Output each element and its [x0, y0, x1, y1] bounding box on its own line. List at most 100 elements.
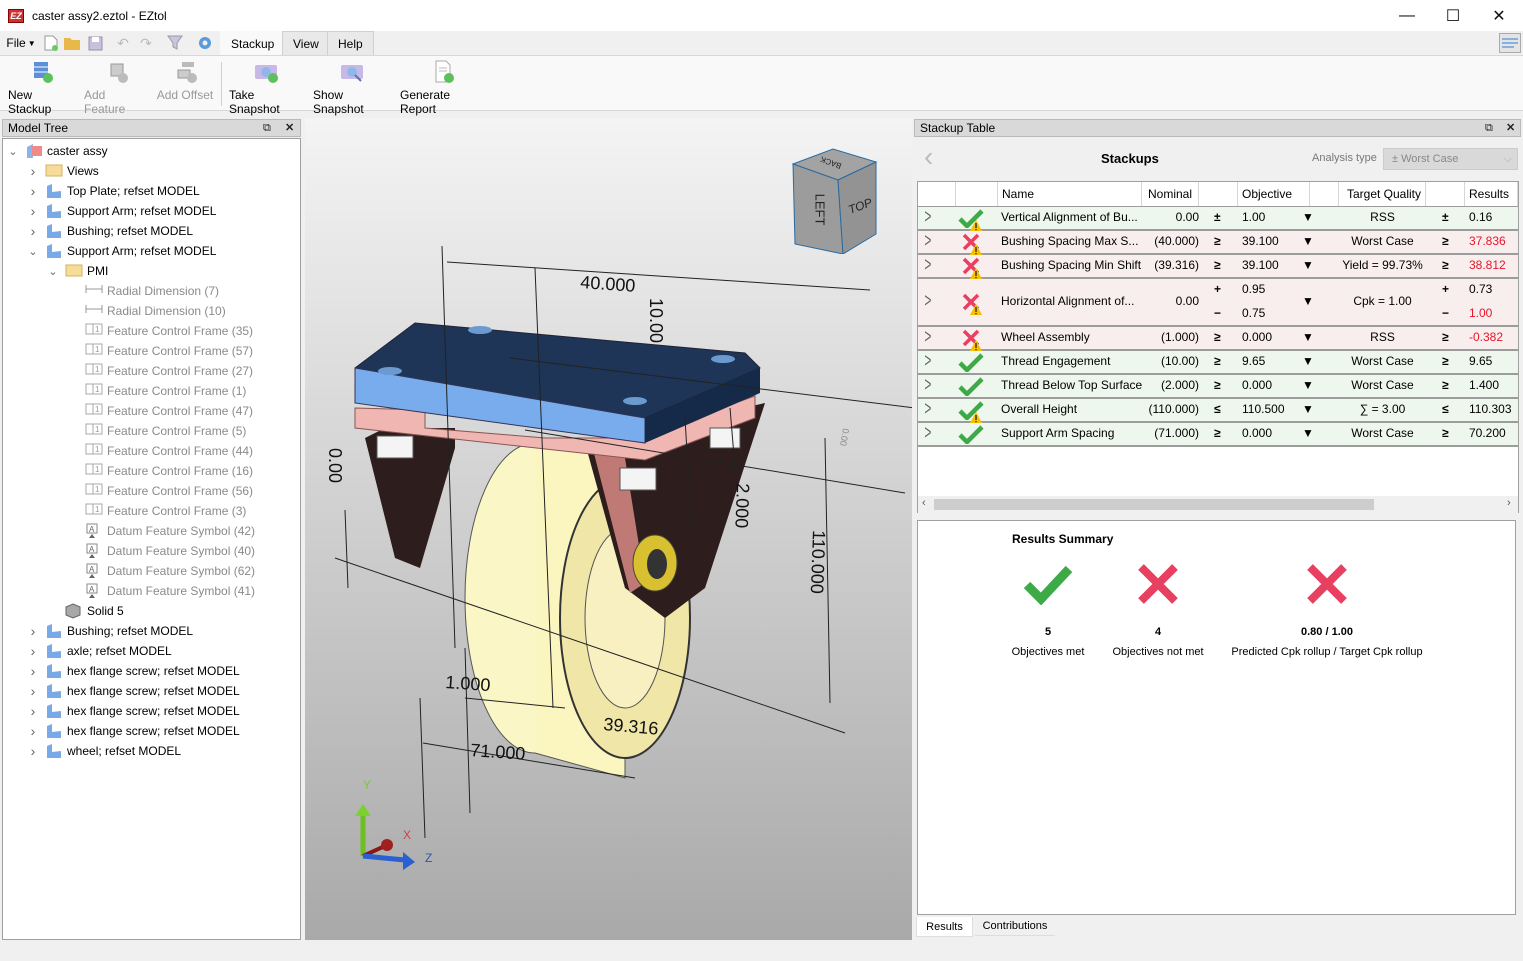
stackup-row[interactable]: > Wheel Assembly (1.000) ≥0.000 ≥ -0.382 ▼ RSS	[918, 326, 1518, 351]
expand-row-icon[interactable]: >	[924, 290, 931, 313]
tree-item[interactable]: A Datum Feature Symbol (42)	[67, 521, 255, 541]
close-panel-icon[interactable]: ✕	[1506, 120, 1515, 136]
target-quality[interactable]: RSS	[1339, 330, 1426, 344]
tree-item[interactable]: 1 Feature Control Frame (1)	[67, 381, 246, 401]
maximize-button[interactable]: ☐	[1430, 0, 1476, 31]
scroll-left-icon[interactable]: ‹	[922, 497, 926, 509]
target-quality[interactable]: Cpk = 1.00	[1339, 294, 1426, 308]
expand-row-icon[interactable]: >	[924, 254, 931, 277]
chevron-down-icon[interactable]: ⌄	[27, 245, 39, 258]
file-menu[interactable]: File ▼	[6, 34, 36, 52]
new-stackup-button[interactable]: New Stackup	[8, 60, 74, 116]
tree-item[interactable]: › axle; refset MODEL	[27, 641, 172, 661]
expand-row-icon[interactable]: >	[924, 374, 931, 397]
back-button[interactable]: ‹	[924, 142, 933, 172]
new-file-button[interactable]	[42, 34, 60, 52]
ribbon-options-button[interactable]	[1499, 33, 1521, 53]
minimize-button[interactable]: —	[1384, 0, 1430, 31]
open-button[interactable]	[63, 34, 81, 52]
chevron-right-icon[interactable]: ›	[27, 223, 39, 239]
column-header-target-quality[interactable]: Target Quality	[1339, 182, 1426, 206]
quality-dropdown-icon[interactable]: ▼	[1302, 402, 1314, 416]
tree-item[interactable]: 1 Feature Control Frame (57)	[67, 341, 253, 361]
tree-item[interactable]: 1 Feature Control Frame (16)	[67, 461, 253, 481]
quality-dropdown-icon[interactable]: ▼	[1302, 378, 1314, 392]
filter-button[interactable]	[165, 34, 187, 52]
analysis-type-select[interactable]: ± Worst Case ⌵	[1383, 148, 1518, 170]
objective-value[interactable]: 9.65	[1242, 354, 1265, 368]
tree-item[interactable]: › wheel; refset MODEL	[27, 741, 181, 761]
stackup-row[interactable]: > Thread Below Top Surface (2.000) ≥0.000 ≥1…	[918, 374, 1518, 399]
tree-item[interactable]: ⌄ PMI	[47, 261, 108, 281]
chevron-right-icon[interactable]: ›	[27, 703, 39, 719]
column-header-name[interactable]: Name	[998, 182, 1142, 206]
chevron-right-icon[interactable]: ›	[27, 163, 39, 179]
stackup-row[interactable]: > Bushing Spacing Min Shift (39.316) ≥39.10…	[918, 254, 1518, 279]
settings-button[interactable]	[196, 34, 214, 52]
tree-item[interactable]: 1 Feature Control Frame (56)	[67, 481, 253, 501]
tree-item[interactable]: A Datum Feature Symbol (62)	[67, 561, 255, 581]
tree-item[interactable]: › Top Plate; refset MODEL	[27, 181, 200, 201]
quality-dropdown-icon[interactable]: ▼	[1302, 426, 1314, 440]
target-quality[interactable]: Worst Case	[1339, 426, 1426, 440]
view-cube[interactable]: BACK LEFT TOP	[788, 144, 878, 255]
target-quality[interactable]: RSS	[1339, 210, 1426, 224]
target-quality[interactable]: Yield = 99.73%	[1339, 258, 1426, 272]
tree-item[interactable]: Solid 5	[47, 601, 124, 621]
tree-item[interactable]: › Bushing; refset MODEL	[27, 621, 193, 641]
quality-dropdown-icon[interactable]: ▼	[1302, 330, 1314, 344]
float-panel-icon[interactable]: ⧉	[1485, 120, 1493, 136]
save-button[interactable]	[86, 34, 104, 52]
horizontal-scrollbar[interactable]: ‹ ›	[918, 496, 1518, 513]
tree-item[interactable]: A Datum Feature Symbol (40)	[67, 541, 255, 561]
show-snapshot-button[interactable]: Show Snapshot	[313, 60, 391, 116]
target-quality[interactable]: Worst Case	[1339, 354, 1426, 368]
add-offset-button[interactable]: Add Offset	[156, 60, 214, 108]
redo-button[interactable]: ↷	[137, 34, 155, 52]
quality-dropdown-icon[interactable]: ▼	[1302, 294, 1314, 308]
add-feature-button[interactable]: Add Feature	[84, 60, 148, 116]
tree-item[interactable]: Radial Dimension (7)	[67, 281, 219, 301]
expand-row-icon[interactable]: >	[924, 230, 931, 253]
tree-item[interactable]: 1 Feature Control Frame (27)	[67, 361, 253, 381]
column-header-objective[interactable]: Objective	[1238, 182, 1310, 206]
chevron-right-icon[interactable]: ›	[27, 743, 39, 759]
chevron-right-icon[interactable]: ›	[27, 663, 39, 679]
undo-button[interactable]: ↶	[114, 34, 132, 52]
stackup-row[interactable]: > Thread Engagement (10.00) ≥9.65 ≥9.65 ▼ Wors…	[918, 350, 1518, 375]
chevron-right-icon[interactable]: ›	[27, 643, 39, 659]
expand-row-icon[interactable]: >	[924, 422, 931, 445]
objective-value[interactable]: 39.100	[1242, 234, 1279, 248]
chevron-right-icon[interactable]: ›	[27, 723, 39, 739]
objective-value[interactable]: 1.00	[1242, 210, 1265, 224]
target-quality[interactable]: ∑ = 3.00	[1339, 402, 1426, 416]
tree-item[interactable]: Radial Dimension (10)	[67, 301, 226, 321]
close-panel-icon[interactable]: ✕	[285, 120, 294, 136]
stackup-row[interactable]: > Bushing Spacing Max S... (40.000) ≥39.100…	[918, 230, 1518, 255]
float-panel-icon[interactable]: ⧉	[263, 120, 271, 136]
expand-row-icon[interactable]: >	[924, 206, 931, 229]
stackup-row[interactable]: > Support Arm Spacing (71.000) ≥0.000 ≥70.20…	[918, 422, 1518, 447]
tab-help[interactable]: Help	[327, 31, 374, 55]
tree-item[interactable]: › hex flange screw; refset MODEL	[27, 701, 240, 721]
stackup-row[interactable]: > Overall Height (110.000) ≤110.500 ≤110.303…	[918, 398, 1518, 423]
scroll-right-icon[interactable]: ›	[1507, 497, 1511, 509]
tab-contributions[interactable]: Contributions	[975, 917, 1055, 936]
quality-dropdown-icon[interactable]: ▼	[1302, 210, 1314, 224]
column-header-results[interactable]: Results	[1465, 182, 1518, 206]
chevron-right-icon[interactable]: ›	[27, 623, 39, 639]
3d-viewport[interactable]: 40.000 10.00 0.00 2.000 110.000 1.000 39…	[305, 118, 912, 940]
tree-item[interactable]: 1 Feature Control Frame (5)	[67, 421, 246, 441]
tab-view[interactable]: View	[282, 31, 330, 55]
chevron-right-icon[interactable]: ›	[27, 683, 39, 699]
tree-item[interactable]: 1 Feature Control Frame (3)	[67, 501, 246, 521]
objective-value[interactable]: 110.500	[1242, 402, 1285, 416]
quality-dropdown-icon[interactable]: ▼	[1302, 354, 1314, 368]
tree-item[interactable]: › hex flange screw; refset MODEL	[27, 661, 240, 681]
quality-dropdown-icon[interactable]: ▼	[1302, 234, 1314, 248]
expand-row-icon[interactable]: >	[924, 398, 931, 421]
take-snapshot-button[interactable]: Take Snapshot	[229, 60, 303, 116]
objective-value[interactable]: 0.000	[1242, 426, 1272, 440]
chevron-down-icon[interactable]: ⌄	[7, 145, 19, 158]
expand-row-icon[interactable]: >	[924, 326, 931, 349]
